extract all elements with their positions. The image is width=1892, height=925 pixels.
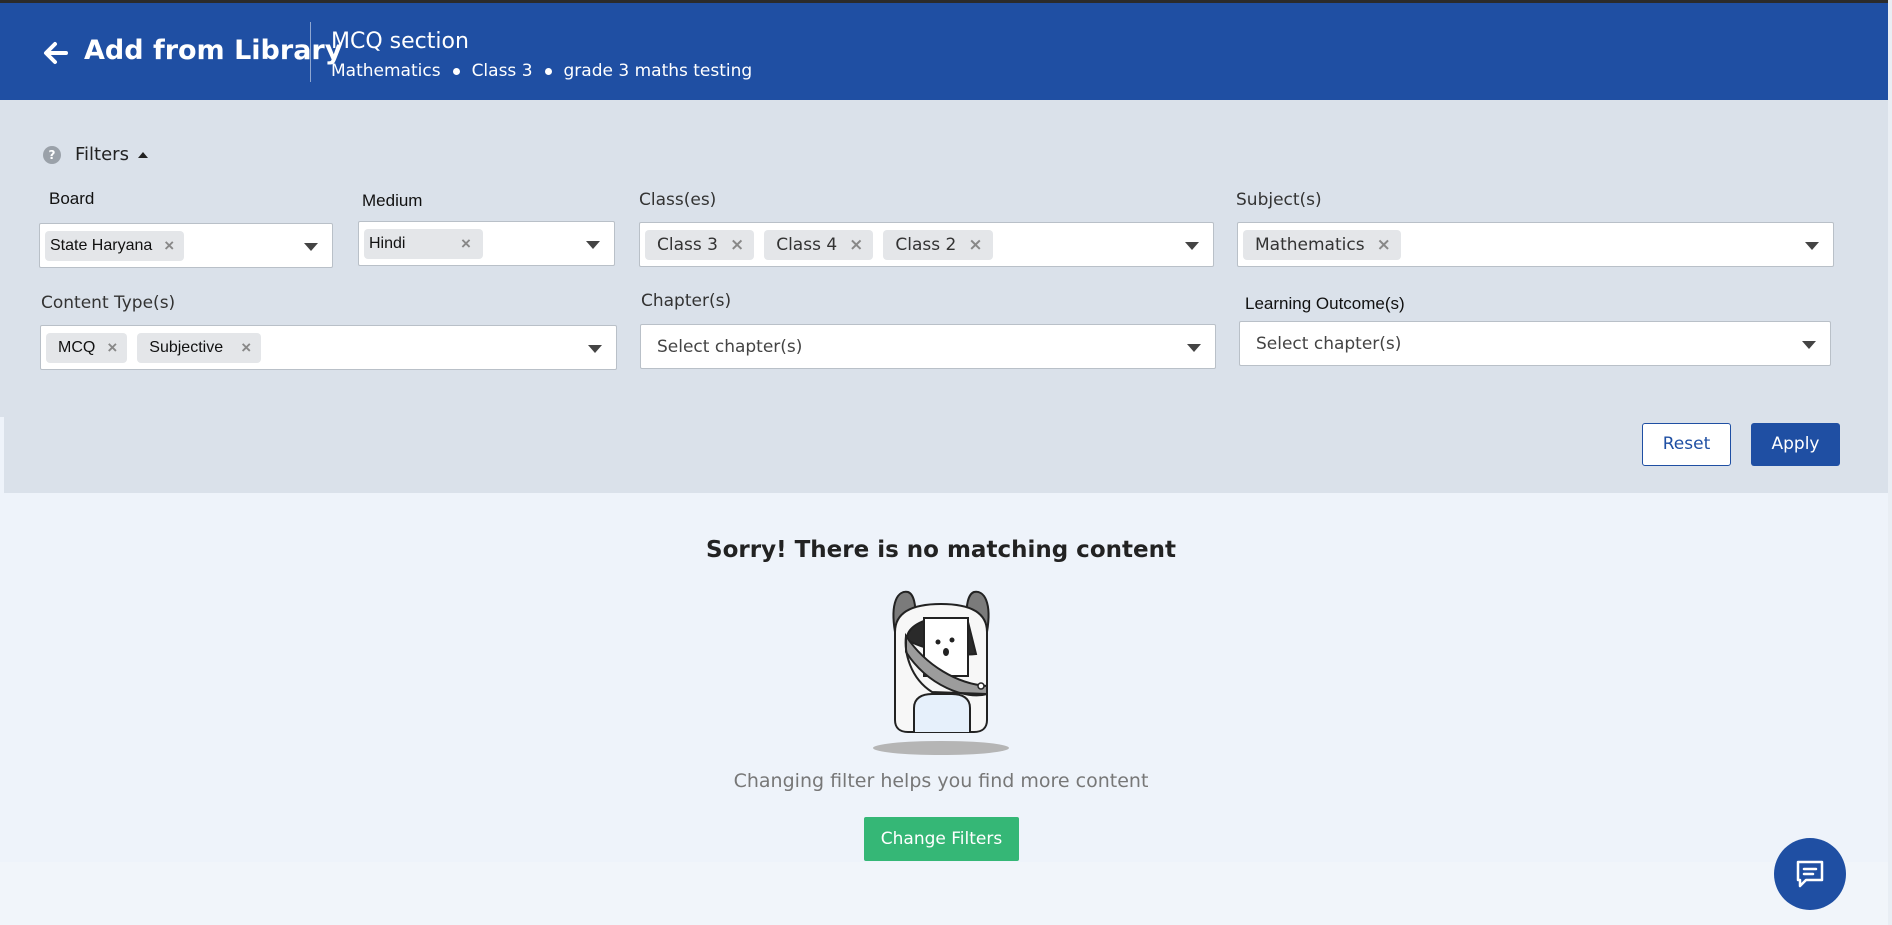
- content-type-chip: Subjective ×: [137, 332, 262, 363]
- backpack-illustration: [866, 582, 1016, 760]
- footer-area: [0, 862, 1888, 925]
- page-title: Add from Library: [84, 35, 343, 66]
- chevron-down-icon[interactable]: [1187, 343, 1201, 352]
- page-header: Add from Library MCQ section Mathematics…: [0, 3, 1888, 100]
- caret-up-icon: [137, 151, 148, 158]
- breadcrumb-item: Mathematics: [331, 61, 441, 81]
- remove-chip-icon[interactable]: ×: [107, 338, 117, 358]
- section-title: MCQ section: [331, 29, 469, 54]
- classes-label: Class(es): [639, 190, 717, 210]
- chevron-down-icon[interactable]: [1185, 241, 1199, 250]
- chevron-down-icon[interactable]: [588, 344, 602, 353]
- change-filters-button[interactable]: Change Filters: [864, 817, 1019, 861]
- chapters-label: Chapter(s): [641, 291, 732, 311]
- help-icon[interactable]: ?: [43, 145, 61, 164]
- remove-chip-icon[interactable]: ×: [164, 236, 174, 256]
- class-chip: Class 3 ×: [645, 229, 755, 260]
- chip-label: State Haryana: [50, 236, 153, 254]
- header-divider: [310, 22, 311, 82]
- chevron-down-icon[interactable]: [1802, 340, 1816, 349]
- chevron-down-icon[interactable]: [304, 242, 318, 251]
- remove-chip-icon[interactable]: ×: [241, 338, 251, 358]
- content-type-chip: MCQ ×: [46, 332, 128, 363]
- empty-state-subtitle: Changing filter helps you find more cont…: [733, 770, 1149, 792]
- chat-button[interactable]: [1774, 838, 1846, 910]
- breadcrumb: Mathematics Class 3 grade 3 maths testin…: [331, 61, 752, 81]
- empty-state-title: Sorry! There is no matching content: [706, 537, 1176, 563]
- learning-outcomes-placeholder: Select chapter(s): [1256, 333, 1402, 354]
- class-chip: Class 4 ×: [764, 229, 874, 260]
- medium-select[interactable]: Hindi ×: [358, 221, 615, 266]
- remove-chip-icon[interactable]: ×: [849, 235, 863, 255]
- medium-label: Medium: [362, 191, 423, 210]
- board-select[interactable]: State Haryana ×: [39, 223, 333, 268]
- learning-outcomes-label: Learning Outcome(s): [1245, 294, 1405, 313]
- window-right-edge: [1888, 0, 1892, 925]
- subjects-label: Subject(s): [1236, 190, 1322, 210]
- learning-outcomes-select[interactable]: Select chapter(s): [1239, 321, 1831, 366]
- back-arrow-icon[interactable]: [42, 39, 70, 67]
- filters-toggle-label: Filters: [75, 144, 129, 165]
- chevron-down-icon[interactable]: [1805, 241, 1819, 250]
- chip-label: Mathematics: [1255, 234, 1365, 255]
- chapters-placeholder: Select chapter(s): [657, 336, 803, 357]
- remove-chip-icon[interactable]: ×: [461, 234, 471, 254]
- breadcrumb-item: grade 3 maths testing: [563, 61, 753, 81]
- remove-chip-icon[interactable]: ×: [1377, 235, 1391, 255]
- content-types-label: Content Type(s): [41, 293, 176, 313]
- breadcrumb-separator: [452, 67, 460, 75]
- chapters-select[interactable]: Select chapter(s): [640, 324, 1216, 369]
- medium-chip: Hindi ×: [364, 228, 483, 259]
- chip-label: Class 2: [895, 234, 957, 255]
- content-types-select[interactable]: MCQ × Subjective ×: [40, 325, 617, 370]
- filters-panel: [4, 100, 1888, 493]
- board-label: Board: [49, 189, 95, 208]
- apply-button[interactable]: Apply: [1751, 423, 1840, 466]
- reset-button[interactable]: Reset: [1642, 423, 1731, 466]
- chevron-down-icon[interactable]: [586, 240, 600, 249]
- chat-icon: [1796, 860, 1824, 888]
- chip-label: MCQ: [58, 338, 96, 356]
- class-chip: Class 2 ×: [883, 229, 993, 260]
- subjects-select[interactable]: Mathematics ×: [1237, 222, 1834, 267]
- classes-select[interactable]: Class 3 × Class 4 × Class 2 ×: [639, 222, 1214, 267]
- subject-chip: Mathematics ×: [1243, 229, 1401, 260]
- remove-chip-icon[interactable]: ×: [968, 235, 982, 255]
- chip-label: Subjective: [149, 338, 224, 356]
- filters-toggle[interactable]: ? Filters: [43, 144, 148, 165]
- breadcrumb-item: Class 3: [471, 61, 533, 81]
- chip-label: Class 4: [776, 234, 838, 255]
- chip-label: Hindi: [369, 234, 406, 252]
- breadcrumb-separator: [544, 67, 552, 75]
- chip-label: Class 3: [657, 234, 718, 255]
- filters-panel-edge: [0, 100, 4, 417]
- board-chip: State Haryana ×: [45, 230, 185, 261]
- remove-chip-icon[interactable]: ×: [730, 235, 744, 255]
